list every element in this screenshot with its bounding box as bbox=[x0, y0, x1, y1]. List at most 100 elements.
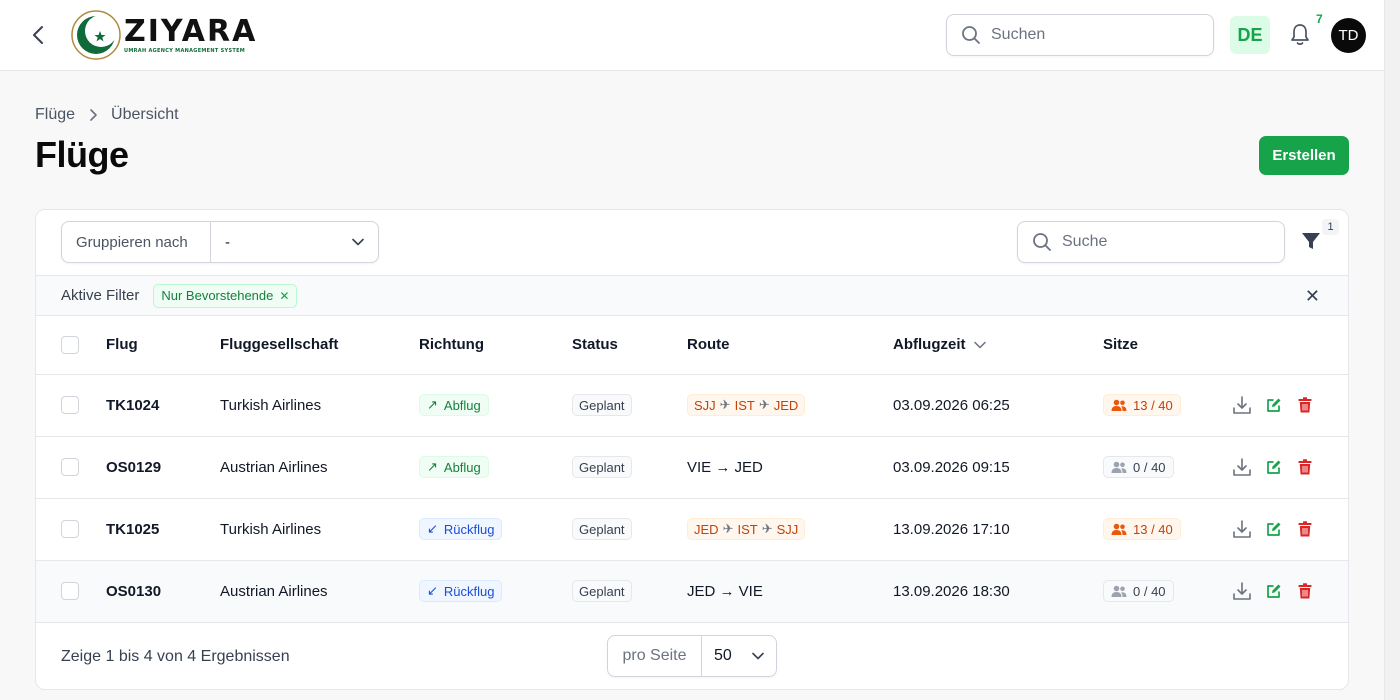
chevron-down-icon bbox=[352, 238, 364, 246]
trash-icon[interactable] bbox=[1298, 583, 1312, 599]
per-page-label: pro Seite bbox=[608, 636, 702, 676]
bell-icon[interactable] bbox=[1288, 22, 1312, 48]
clear-filters-icon[interactable]: ✕ bbox=[1305, 287, 1320, 305]
route-text: JED → VIE bbox=[687, 582, 763, 600]
breadcrumb-item-fluege[interactable]: Flüge bbox=[35, 106, 75, 124]
column-header-sortable[interactable]: Abflugzeit bbox=[893, 316, 1103, 375]
notification-count: 7 bbox=[1316, 12, 1323, 26]
scrollbar[interactable] bbox=[1384, 0, 1400, 700]
language-switcher[interactable]: DE bbox=[1230, 16, 1270, 54]
remove-filter-icon[interactable]: ✕ bbox=[279, 289, 289, 303]
airline-name: Austrian Airlines bbox=[220, 582, 328, 600]
table-row[interactable]: OS0130 Austrian Airlines ↙ Rückflug Geplant J… bbox=[36, 560, 1348, 623]
filter-icon[interactable] bbox=[1300, 230, 1324, 254]
table-row[interactable]: OS0129 Austrian Airlines ↗ Abflug Geplant VIE… bbox=[36, 436, 1348, 499]
users-icon bbox=[1111, 585, 1127, 597]
direction-label: Rückflug bbox=[443, 583, 495, 599]
create-button[interactable]: Erstellen bbox=[1259, 136, 1349, 175]
table-row[interactable]: TK1024 Turkish Airlines ↗ Abflug Geplant SJJ ✈… bbox=[36, 374, 1348, 437]
edit-icon[interactable] bbox=[1266, 459, 1282, 475]
route-stop: JED bbox=[694, 521, 719, 537]
airline-name: Austrian Airlines bbox=[220, 458, 328, 476]
table-search-input[interactable] bbox=[1062, 233, 1262, 251]
filter-chip-label: Nur Bevorstehende bbox=[161, 288, 274, 303]
chevron-right-icon bbox=[89, 109, 97, 121]
edit-icon[interactable] bbox=[1266, 521, 1282, 537]
back-chevron-icon[interactable] bbox=[26, 22, 50, 48]
seats-badge: 13 / 40 bbox=[1103, 394, 1181, 416]
plane-icon: ✈ bbox=[719, 397, 731, 412]
route-badge: SJJ ✈ IST ✈ JED bbox=[687, 394, 806, 416]
flight-number[interactable]: OS0129 bbox=[106, 459, 161, 476]
route-stop: IST bbox=[734, 397, 755, 413]
flight-number[interactable]: OS0130 bbox=[106, 583, 161, 600]
route-stop: SJJ bbox=[776, 521, 799, 537]
active-filters-label: Aktive Filter bbox=[61, 287, 140, 304]
table-row[interactable]: TK1025 Turkish Airlines ↙ Rückflug Geplant JE… bbox=[36, 498, 1348, 561]
row-checkbox[interactable] bbox=[61, 582, 79, 601]
plane-icon: ✈ bbox=[722, 521, 734, 536]
seats-badge: 13 / 40 bbox=[1103, 518, 1181, 540]
users-icon bbox=[1111, 461, 1127, 473]
plane-icon: ✈ bbox=[761, 521, 773, 536]
route-stop: JED bbox=[773, 397, 799, 413]
departure-time: 13.09.2026 18:30 bbox=[893, 582, 1010, 600]
table-toolbar: Gruppieren nach - 1 bbox=[36, 210, 1348, 275]
sort-chevron-down-icon[interactable] bbox=[973, 341, 986, 349]
flights-card: Gruppieren nach - 1 Aktive Filter Nur Be… bbox=[35, 209, 1349, 690]
direction-label: Abflug bbox=[443, 459, 481, 475]
global-search-input[interactable] bbox=[991, 26, 1191, 44]
seats-badge: 0 / 40 bbox=[1103, 580, 1174, 602]
status-badge: Geplant bbox=[572, 456, 632, 478]
group-by-value: - bbox=[225, 233, 230, 251]
search-icon bbox=[962, 26, 980, 44]
edit-icon[interactable] bbox=[1266, 397, 1282, 413]
airline-name: Turkish Airlines bbox=[220, 396, 322, 414]
download-icon[interactable] bbox=[1232, 581, 1252, 601]
arrow-down-left-icon: ↙ bbox=[427, 583, 438, 598]
active-filters-bar: Aktive Filter Nur Bevorstehende ✕ ✕ bbox=[36, 275, 1348, 316]
users-icon bbox=[1111, 523, 1127, 535]
group-by-select[interactable]: - bbox=[211, 222, 378, 262]
user-avatar[interactable]: TD bbox=[1331, 18, 1366, 53]
airline-name: Turkish Airlines bbox=[220, 520, 322, 538]
row-checkbox[interactable] bbox=[61, 396, 79, 415]
per-page-select[interactable]: 50 bbox=[702, 636, 776, 676]
select-all-checkbox[interactable] bbox=[61, 335, 79, 354]
trash-icon[interactable] bbox=[1298, 459, 1312, 475]
seats-count: 13 / 40 bbox=[1133, 521, 1173, 537]
flight-number[interactable]: TK1024 bbox=[106, 397, 159, 414]
logo[interactable]: ZIYARA UMRAH AGENCY MANAGEMENT SYSTEM bbox=[70, 9, 257, 61]
arrow-up-right-icon: ↗ bbox=[427, 459, 438, 474]
logo-word: ZIYARA bbox=[124, 13, 258, 49]
table-footer: Zeige 1 bis 4 von 4 Ergebnissen pro Seit… bbox=[36, 624, 1348, 689]
chevron-down-icon bbox=[752, 652, 764, 660]
direction-label: Rückflug bbox=[443, 521, 495, 537]
trash-icon[interactable] bbox=[1298, 397, 1312, 413]
route-stop: SJJ bbox=[694, 397, 716, 413]
departure-time: 03.09.2026 06:25 bbox=[893, 396, 1010, 414]
flight-number[interactable]: TK1025 bbox=[106, 521, 159, 538]
direction-badge: ↙ Rückflug bbox=[419, 518, 503, 540]
table-search[interactable] bbox=[1017, 221, 1285, 263]
seats-badge: 0 / 40 bbox=[1103, 456, 1174, 478]
seats-count: 13 / 40 bbox=[1133, 397, 1173, 413]
row-checkbox[interactable] bbox=[61, 520, 79, 539]
logo-subtitle: UMRAH AGENCY MANAGEMENT SYSTEM bbox=[124, 47, 246, 54]
download-icon[interactable] bbox=[1232, 457, 1252, 477]
download-icon[interactable] bbox=[1232, 519, 1252, 539]
per-page-control[interactable]: pro Seite 50 bbox=[607, 635, 777, 677]
route-badge: JED ✈ IST ✈ SJJ bbox=[687, 518, 806, 540]
column-header-label: Abflugzeit bbox=[893, 336, 966, 354]
direction-badge: ↗ Abflug bbox=[419, 394, 489, 416]
trash-icon[interactable] bbox=[1298, 521, 1312, 537]
column-header: Status bbox=[572, 316, 687, 375]
direction-badge: ↗ Abflug bbox=[419, 456, 489, 478]
global-search[interactable] bbox=[946, 14, 1214, 56]
results-summary: Zeige 1 bis 4 von 4 Ergebnissen bbox=[61, 648, 290, 665]
edit-icon[interactable] bbox=[1266, 583, 1282, 599]
group-by-control[interactable]: Gruppieren nach - bbox=[61, 221, 379, 263]
row-checkbox[interactable] bbox=[61, 458, 79, 477]
download-icon[interactable] bbox=[1232, 395, 1252, 415]
status-badge: Geplant bbox=[572, 394, 632, 416]
